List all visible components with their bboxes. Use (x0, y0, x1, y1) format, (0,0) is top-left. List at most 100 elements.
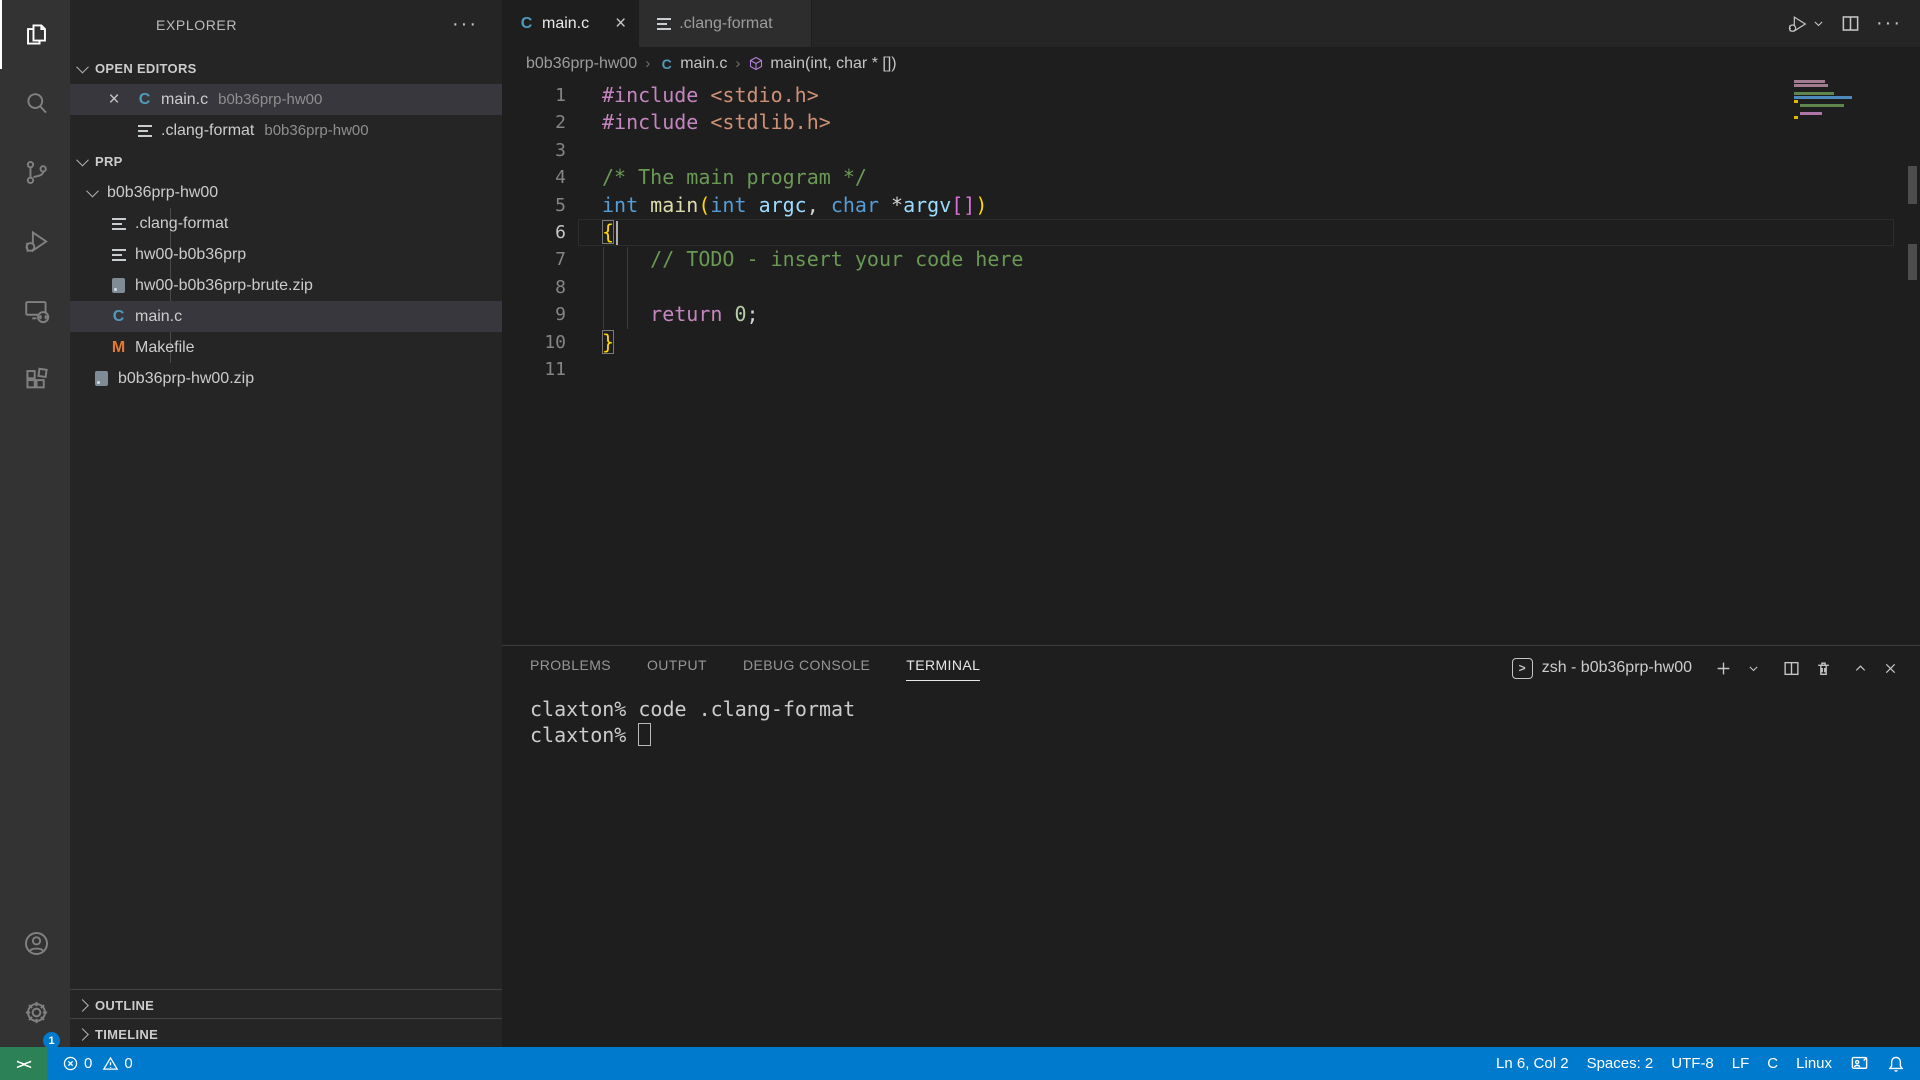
breadcrumb-folder[interactable]: b0b36prp-hw00 (526, 55, 637, 73)
maximize-panel-icon[interactable] (1853, 661, 1868, 676)
problems-status[interactable]: 0 0 (53, 1047, 142, 1080)
line-number[interactable]: 2 (502, 109, 566, 136)
notifications-bell-icon[interactable] (1878, 1047, 1914, 1080)
file-hw00-b0b36prp-brute-zip[interactable]: hw00-b0b36prp-brute.zip (70, 270, 502, 301)
search-icon[interactable] (0, 69, 70, 138)
open-editor-item-main-c[interactable]: × C main.c b0b36prp-hw00 (70, 84, 502, 115)
code-line[interactable]: #include <stdlib.h> (602, 109, 1023, 136)
settings-gear-icon[interactable]: 1 (0, 978, 70, 1047)
kill-terminal-icon[interactable] (1815, 660, 1832, 677)
status-cursor-position[interactable]: Ln 6, Col 2 (1487, 1047, 1578, 1080)
folder-b0b36prp-hw00[interactable]: b0b36prp-hw00 (70, 177, 502, 208)
file-clang-format[interactable]: .clang-format (70, 208, 502, 239)
open-editors-header[interactable]: OPEN EDITORS (70, 53, 502, 84)
close-icon[interactable]: × (615, 13, 626, 35)
breadcrumb-separator: › (645, 55, 650, 72)
line-number[interactable]: 10 (502, 329, 566, 356)
source-control-icon[interactable] (0, 138, 70, 207)
code-line[interactable]: { (602, 219, 1023, 246)
tab-debug-console[interactable]: DEBUG CONSOLE (743, 653, 870, 683)
code-line[interactable]: } (602, 329, 1023, 356)
breadcrumb-file[interactable]: main.c (680, 55, 727, 73)
run-debug-icon[interactable] (0, 207, 70, 276)
tab-main-c[interactable]: C main.c × (502, 0, 639, 47)
split-editor-icon[interactable] (1841, 14, 1860, 33)
tab-output[interactable]: OUTPUT (647, 653, 707, 683)
error-icon (62, 1055, 79, 1072)
status-bar-right: Ln 6, Col 2 Spaces: 2 UTF-8 LF C Linux (1487, 1047, 1920, 1080)
code-token: 0 (734, 302, 746, 326)
terminal-icon: > (1512, 658, 1533, 679)
code-line[interactable]: // TODO - insert your code here (602, 246, 1023, 273)
timeline-section-header[interactable]: TIMELINE (70, 1018, 502, 1050)
more-actions-icon[interactable]: ··· (452, 14, 478, 34)
code-line[interactable]: int main(int argc, char *argv[]) (602, 192, 1023, 219)
more-actions-icon[interactable]: ··· (1876, 12, 1902, 35)
explorer-icon[interactable] (0, 0, 70, 69)
file-hw00-b0b36prp[interactable]: hw00-b0b36prp (70, 239, 502, 270)
line-number[interactable]: 9 (502, 301, 566, 328)
status-remote-os[interactable]: Linux (1787, 1047, 1841, 1080)
line-number[interactable]: 8 (502, 274, 566, 301)
run-or-debug-button[interactable] (1787, 13, 1825, 35)
open-editor-item-clang-format[interactable]: .clang-format b0b36prp-hw00 (70, 115, 502, 146)
status-language-mode[interactable]: C (1758, 1047, 1787, 1080)
remote-explorer-icon[interactable] (0, 276, 70, 345)
line-number[interactable]: 4 (502, 164, 566, 191)
tab-problems[interactable]: PROBLEMS (530, 653, 611, 683)
code-token: /* The main program */ (602, 165, 867, 189)
code-token: [] (951, 193, 975, 217)
remote-indicator[interactable]: >< (0, 1047, 47, 1080)
line-number[interactable]: 3 (502, 137, 566, 164)
new-terminal-icon[interactable] (1715, 660, 1732, 677)
line-number[interactable]: 5 (502, 192, 566, 219)
minimap-line (1794, 80, 1825, 83)
editor-scrollbar[interactable] (1906, 82, 1920, 645)
chevron-down-icon (76, 61, 89, 74)
terminal-selector[interactable]: > zsh - b0b36prp-hw00 (1512, 658, 1692, 679)
zip-file-icon (95, 371, 108, 386)
close-icon[interactable]: × (106, 92, 122, 108)
code-line[interactable]: /* The main program */ (602, 164, 1023, 191)
status-indentation[interactable]: Spaces: 2 (1578, 1047, 1663, 1080)
line-number[interactable]: 11 (502, 356, 566, 383)
code-editor[interactable]: #include <stdio.h>#include <stdlib.h> /* … (602, 82, 1023, 383)
code-token: main (650, 193, 698, 217)
code-line[interactable]: return 0; (602, 301, 1023, 328)
zip-file-icon (112, 278, 125, 293)
status-bar: >< 0 0 Ln 6, Col 2 Spaces: 2 UTF-8 LF C … (0, 1047, 1920, 1080)
tab-terminal[interactable]: TERMINAL (906, 653, 980, 683)
code-line[interactable] (602, 137, 1023, 164)
line-number[interactable]: 1 (502, 82, 566, 109)
file-main-c[interactable]: C main.c (70, 301, 502, 332)
makefile-icon: M (112, 339, 125, 357)
clang-format-file-icon (138, 125, 152, 137)
account-icon[interactable] (0, 909, 70, 978)
code-line[interactable] (602, 274, 1023, 301)
feedback-icon[interactable] (1841, 1047, 1878, 1080)
breadcrumb-symbol[interactable]: main(int, char * []) (770, 55, 896, 73)
status-encoding[interactable]: UTF-8 (1662, 1047, 1723, 1080)
code-token: * (879, 193, 903, 217)
extensions-icon[interactable] (0, 345, 70, 414)
close-panel-icon[interactable] (1883, 661, 1898, 676)
code-token: #include (602, 110, 698, 134)
status-eol[interactable]: LF (1723, 1047, 1759, 1080)
outline-section-header[interactable]: OUTLINE (70, 989, 502, 1021)
code-token: argc (759, 193, 807, 217)
terminal-output[interactable]: claxton% code .clang-formatclaxton% (530, 696, 855, 748)
minimap-line (1794, 100, 1798, 103)
code-line[interactable]: #include <stdio.h> (602, 82, 1023, 109)
file-makefile[interactable]: M Makefile (70, 332, 502, 363)
tab-clang-format[interactable]: .clang-format (639, 0, 811, 47)
file-b0b36prp-hw00-zip[interactable]: b0b36prp-hw00.zip (70, 363, 502, 394)
line-number[interactable]: 7 (502, 246, 566, 273)
project-section-header[interactable]: PRP (70, 146, 502, 177)
chevron-down-icon[interactable] (1747, 662, 1760, 675)
symbol-method-icon (748, 56, 764, 72)
split-terminal-icon[interactable] (1783, 660, 1800, 677)
line-number[interactable]: 6 (502, 219, 566, 246)
code-line[interactable] (602, 356, 1023, 383)
chevron-right-icon (76, 1028, 89, 1041)
minimap[interactable] (1794, 80, 1894, 140)
